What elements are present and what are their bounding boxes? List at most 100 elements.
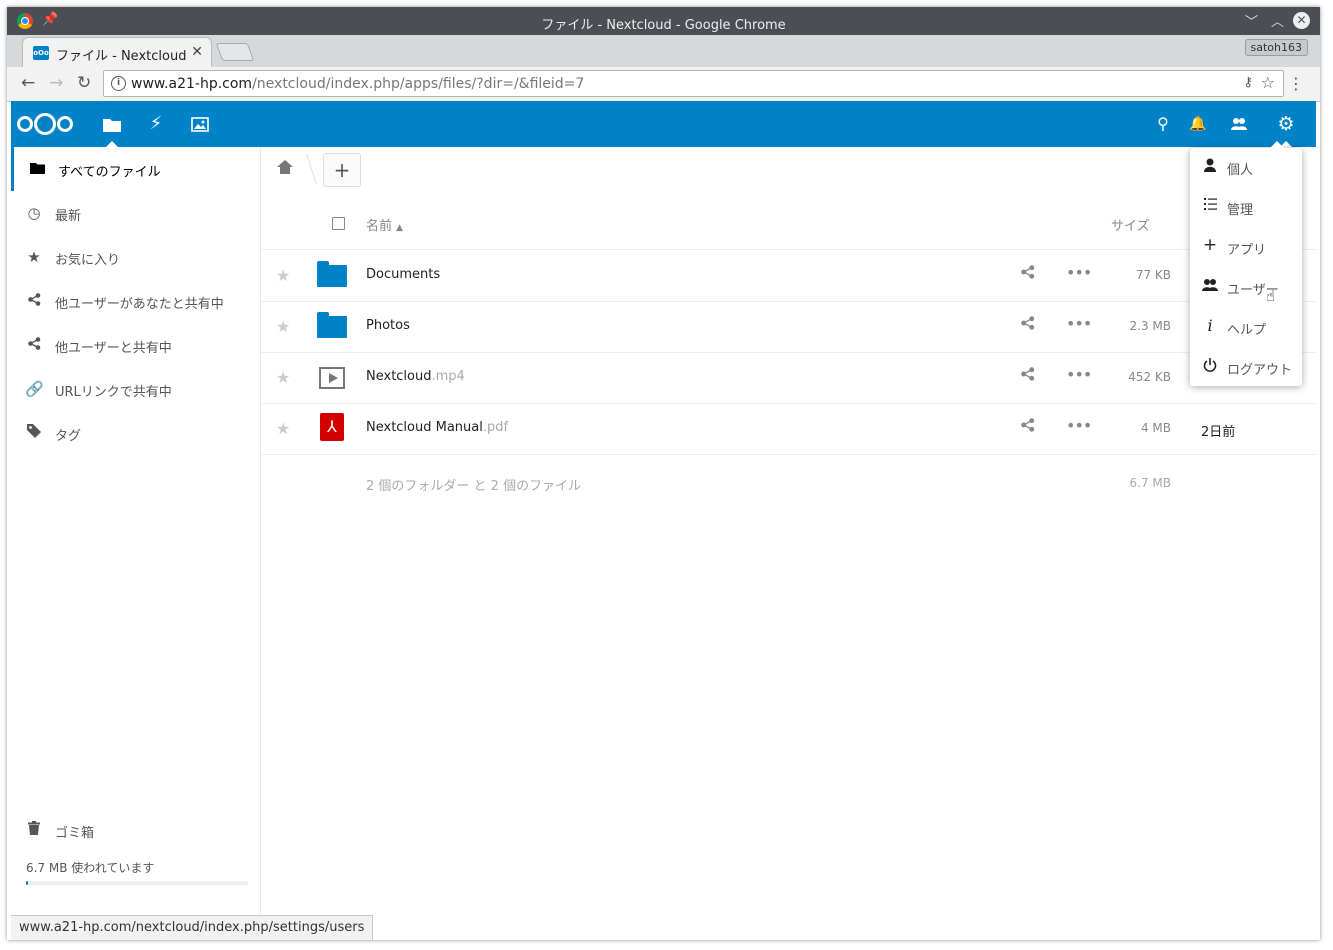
sidebar-item-label: タグ xyxy=(55,429,82,444)
share-icon[interactable] xyxy=(1021,367,1035,385)
sidebar-item-recent[interactable]: ◷ 最新 xyxy=(11,191,260,235)
files-sidebar: すべてのファイル ◷ 最新 ★ お気に入り 他ユーザーがあなたと共有中 他ユーザ… xyxy=(11,147,261,940)
sidebar-item-label: お気に入り xyxy=(55,253,121,268)
menu-item-users[interactable]: ユーザー xyxy=(1190,268,1302,308)
sidebar-item-label: URLリンクで共有中 xyxy=(55,385,172,400)
breadcrumb-separator xyxy=(294,154,317,184)
maximize-icon[interactable]: ︿ xyxy=(1271,11,1284,30)
column-size[interactable]: サイズ xyxy=(1111,215,1150,234)
tab-strip: oOo ファイル - Nextcloud ✕ satoh163 xyxy=(7,35,1320,67)
files-main: + 名前 ▲ サイズ ★ Documents ••• 77 KB ★ Photo… xyxy=(261,147,1316,940)
minimize-icon[interactable]: ﹀ xyxy=(1245,11,1258,30)
forward-arrow-icon[interactable]: → xyxy=(49,73,63,93)
menu-item-label: ログアウト xyxy=(1227,363,1293,378)
clock-icon: ◷ xyxy=(27,204,41,222)
file-name[interactable]: Nextcloud.mp4 xyxy=(366,369,465,384)
file-name[interactable]: Nextcloud Manual.pdf xyxy=(366,420,508,435)
menu-item-label: 管理 xyxy=(1227,203,1254,218)
quota-fill xyxy=(26,881,29,885)
link-icon: 🔗 xyxy=(25,380,44,398)
files-summary-size: 6.7 MB xyxy=(1129,476,1171,490)
menu-item-logout[interactable]: ログアウト xyxy=(1190,348,1302,388)
menu-item-personal[interactable]: 個人 xyxy=(1190,148,1302,188)
file-size: 4 MB xyxy=(1140,421,1171,435)
browser-toolbar: ← → ↻ i www.a21-hp.com/nextcloud/index.p… xyxy=(7,67,1320,102)
share-icon xyxy=(25,336,43,354)
menu-item-label: 個人 xyxy=(1227,163,1254,178)
sidebar-item-all-files[interactable]: すべてのファイル xyxy=(11,147,260,191)
info-icon[interactable]: i xyxy=(111,76,126,91)
activity-app-icon[interactable]: ⚡ xyxy=(136,101,176,147)
power-icon xyxy=(1201,358,1219,376)
table-row[interactable]: ★ Photos ••• 2.3 MB xyxy=(261,301,1316,353)
profile-badge[interactable]: satoh163 xyxy=(1244,39,1308,56)
sidebar-item-shared-with-you[interactable]: 他ユーザーがあなたと共有中 xyxy=(11,279,260,323)
close-window-icon[interactable]: ✕ xyxy=(1293,12,1310,29)
menu-item-label: アプリ xyxy=(1227,243,1267,258)
files-app-icon[interactable] xyxy=(92,101,132,147)
file-name[interactable]: Photos xyxy=(366,318,410,333)
reload-icon[interactable]: ↻ xyxy=(77,73,91,93)
search-icon[interactable]: ⚲ xyxy=(1143,101,1183,147)
add-button[interactable]: + xyxy=(323,153,361,187)
file-date: 2日前 xyxy=(1201,425,1236,440)
notifications-icon[interactable]: 🔔 xyxy=(1178,101,1218,147)
sidebar-item-label: 他ユーザーがあなたと共有中 xyxy=(55,297,224,312)
menu-item-admin[interactable]: 管理 xyxy=(1190,188,1302,228)
settings-dropdown: 個人 管理 + アプリ ユーザー i ヘルプ ログアウト xyxy=(1190,141,1302,388)
file-size: 77 KB xyxy=(1135,268,1171,282)
select-all-checkbox[interactable] xyxy=(332,217,345,230)
favorite-star-icon[interactable]: ★ xyxy=(276,419,290,438)
sidebar-item-label: 最新 xyxy=(55,209,82,224)
folder-icon xyxy=(317,312,347,338)
sidebar-item-favorites[interactable]: ★ お気に入り xyxy=(11,235,260,279)
table-row[interactable]: ★ ⅄ Nextcloud Manual.pdf ••• 4 MB 2日前 xyxy=(261,403,1316,455)
menu-item-label: ヘルプ xyxy=(1227,323,1267,338)
files-summary: 2 個のフォルダー と 2 個のファイル xyxy=(366,479,582,494)
menu-item-help[interactable]: i ヘルプ xyxy=(1190,308,1302,348)
bookmark-star-icon[interactable]: ☆ xyxy=(1261,73,1275,92)
share-icon[interactable] xyxy=(1021,265,1035,283)
nextcloud-logo-icon[interactable] xyxy=(17,113,73,135)
file-size: 452 KB xyxy=(1128,370,1171,384)
nextcloud-favicon-icon: oOo xyxy=(33,46,49,60)
url-text: www.a21-hp.com/nextcloud/index.php/apps/… xyxy=(131,76,585,92)
address-bar[interactable]: i www.a21-hp.com/nextcloud/index.php/app… xyxy=(103,70,1284,97)
pdf-file-icon: ⅄ xyxy=(317,413,344,441)
sidebar-item-trash[interactable]: ゴミ箱 xyxy=(11,808,260,852)
star-icon: ★ xyxy=(27,248,41,266)
menu-item-apps[interactable]: + アプリ xyxy=(1190,228,1302,268)
sidebar-item-label: すべてのファイル xyxy=(58,165,161,180)
sidebar-item-shared-with-others[interactable]: 他ユーザーと共有中 xyxy=(11,323,260,367)
new-tab-button[interactable] xyxy=(215,43,255,61)
share-icon[interactable] xyxy=(1021,316,1035,334)
favorite-star-icon[interactable]: ★ xyxy=(276,266,290,285)
home-icon[interactable] xyxy=(277,159,293,178)
quota-text: 6.7 MB 使われています xyxy=(26,861,155,875)
tab-close-icon[interactable]: ✕ xyxy=(191,44,203,60)
column-name[interactable]: 名前 ▲ xyxy=(366,215,403,234)
tab-files[interactable]: oOo ファイル - Nextcloud ✕ xyxy=(22,37,212,67)
more-actions-icon[interactable]: ••• xyxy=(1066,263,1092,282)
favorite-star-icon[interactable]: ★ xyxy=(276,368,290,387)
browser-menu-icon[interactable]: ⋮ xyxy=(1288,74,1304,93)
video-file-icon xyxy=(317,363,345,389)
file-name[interactable]: Documents xyxy=(366,267,440,282)
more-actions-icon[interactable]: ••• xyxy=(1066,416,1092,435)
tag-icon xyxy=(25,424,43,442)
table-row[interactable]: ★ Nextcloud.mp4 ••• 452 KB xyxy=(261,352,1316,404)
sidebar-item-shared-by-link[interactable]: 🔗 URLリンクで共有中 xyxy=(11,367,260,411)
more-actions-icon[interactable]: ••• xyxy=(1066,365,1092,384)
table-row[interactable]: ★ Documents ••• 77 KB xyxy=(261,250,1316,302)
back-arrow-icon[interactable]: ← xyxy=(21,73,35,93)
contacts-icon[interactable] xyxy=(1219,101,1259,147)
hand-cursor-icon: ☝ xyxy=(1266,287,1276,305)
plus-icon: + xyxy=(1202,235,1218,255)
more-actions-icon[interactable]: ••• xyxy=(1066,314,1092,333)
favorite-star-icon[interactable]: ★ xyxy=(276,317,290,336)
key-icon[interactable]: ⚷ xyxy=(1243,75,1253,90)
trash-icon xyxy=(25,821,43,839)
gallery-app-icon[interactable] xyxy=(180,101,220,147)
share-icon[interactable] xyxy=(1021,418,1035,436)
sidebar-item-tags[interactable]: タグ xyxy=(11,411,260,455)
